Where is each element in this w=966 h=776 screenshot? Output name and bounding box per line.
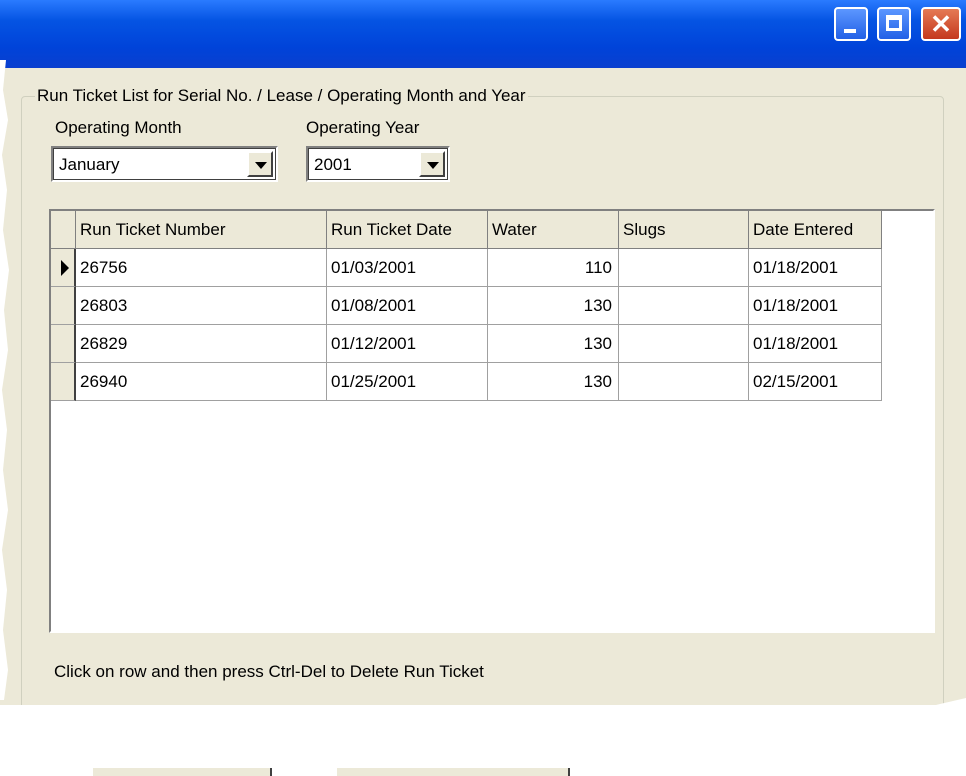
torn-left-edge	[0, 60, 9, 700]
table-cell-water[interactable]: 110	[488, 249, 619, 287]
table-cell-date[interactable]: 01/08/2001	[327, 287, 488, 325]
table-cell-entered[interactable]: 01/18/2001	[749, 325, 882, 363]
table-cell-date[interactable]: 01/25/2001	[327, 363, 488, 401]
table-cell-slugs[interactable]	[619, 363, 749, 401]
operating-year-value: 2001	[314, 155, 352, 174]
table-cell-slugs[interactable]	[619, 325, 749, 363]
table-cell-date[interactable]: 01/12/2001	[327, 325, 488, 363]
table-cell-number[interactable]: 26940	[76, 363, 327, 401]
row-selector[interactable]	[51, 363, 76, 401]
column-header-water[interactable]: Water	[488, 211, 619, 249]
minimize-icon	[844, 29, 856, 33]
table-cell-entered[interactable]: 01/18/2001	[749, 249, 882, 287]
maximize-button[interactable]	[877, 7, 911, 41]
table-cell-water[interactable]: 130	[488, 287, 619, 325]
operating-month-label: Operating Month	[55, 118, 182, 137]
column-header-date-entered[interactable]: Date Entered	[749, 211, 882, 249]
run-ticket-window: ✕ Run Ticket List for Serial No. / Lease…	[0, 0, 966, 705]
row-selector[interactable]	[51, 325, 76, 363]
table-cell-water[interactable]: 130	[488, 363, 619, 401]
table-cell-slugs[interactable]	[619, 249, 749, 287]
minimize-button[interactable]	[834, 7, 868, 41]
run-ticket-grid[interactable]: Run Ticket Number Run Ticket Date Water …	[49, 209, 935, 633]
table-cell-date[interactable]: 01/03/2001	[327, 249, 488, 287]
operating-year-label: Operating Year	[306, 118, 420, 137]
table-cell-number[interactable]: 26756	[76, 249, 327, 287]
dropdown-arrow-icon[interactable]	[419, 151, 445, 177]
table-cell-slugs[interactable]	[619, 287, 749, 325]
column-header-run-ticket-date[interactable]: Run Ticket Date	[327, 211, 488, 249]
dropdown-arrow-icon[interactable]	[247, 151, 273, 177]
table-cell-entered[interactable]: 01/18/2001	[749, 287, 882, 325]
close-icon: ✕	[930, 9, 952, 39]
groupbox-legend: Run Ticket List for Serial No. / Lease /…	[35, 86, 528, 106]
column-header-slugs[interactable]: Slugs	[619, 211, 749, 249]
operating-month-select[interactable]: January	[51, 146, 278, 182]
grid-corner-header	[51, 211, 76, 249]
title-bar[interactable]: ✕	[0, 0, 966, 68]
close-button[interactable]: ✕	[921, 7, 961, 41]
table-cell-entered[interactable]: 02/15/2001	[749, 363, 882, 401]
operating-month-value: January	[59, 155, 120, 174]
operating-year-select[interactable]: 2001	[306, 146, 450, 182]
column-header-run-ticket-number[interactable]: Run Ticket Number	[76, 211, 327, 249]
maximize-icon	[886, 15, 902, 31]
table-cell-number[interactable]: 26803	[76, 287, 327, 325]
row-pointer-icon	[61, 260, 69, 276]
torn-bottom-edge	[0, 698, 966, 768]
row-selector[interactable]	[51, 249, 76, 287]
table-cell-water[interactable]: 130	[488, 325, 619, 363]
row-selector[interactable]	[51, 287, 76, 325]
delete-hint-text: Click on row and then press Ctrl-Del to …	[54, 662, 484, 681]
table-cell-number[interactable]: 26829	[76, 325, 327, 363]
